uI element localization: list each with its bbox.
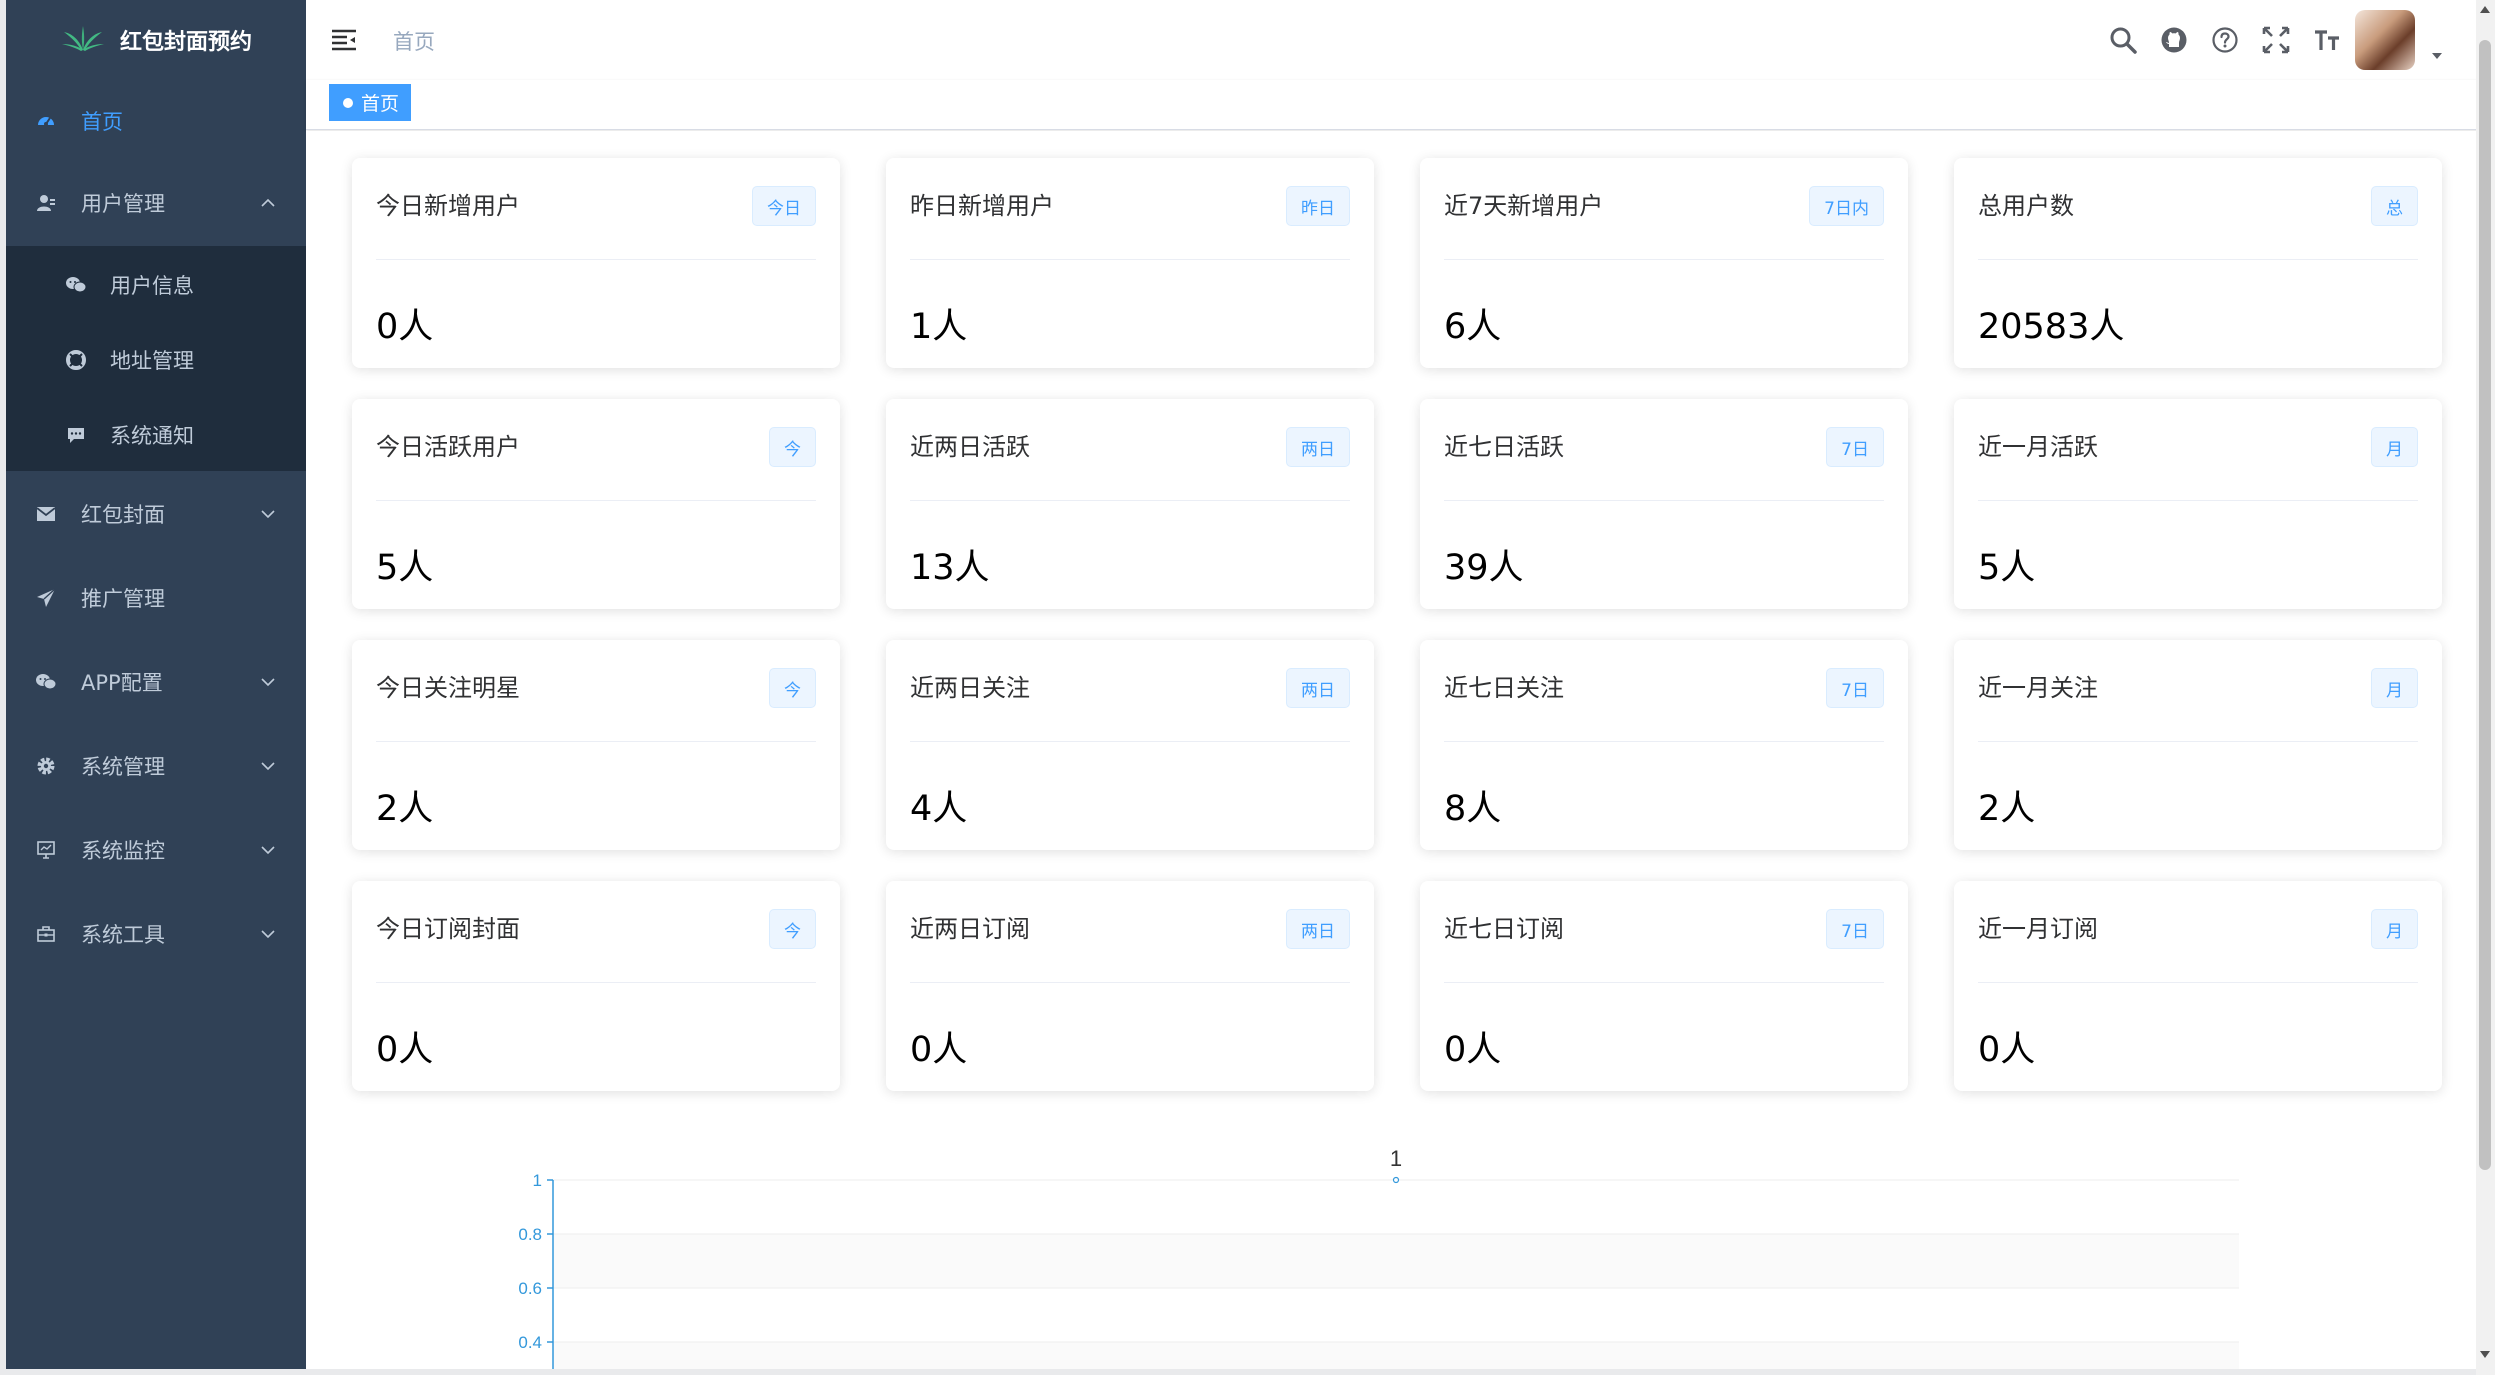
sidebar-item-label: 推广管理	[81, 587, 165, 611]
scroll-down-icon[interactable]	[2480, 1350, 2490, 1360]
chart-y-tick-label: 0.4	[518, 1333, 542, 1352]
sidebar-item-label: 地址管理	[110, 349, 194, 373]
monitor-icon	[34, 838, 58, 862]
scroll-up-icon[interactable]	[2480, 4, 2490, 14]
main-content: 今日新增用户 今日 0人 昨日新增用户 昨日 1人 近7天新增用户 7日内 6人 总用户数总 205…	[306, 131, 2482, 1369]
sidebar-item-system-tools[interactable]: 系统工具	[6, 913, 306, 955]
chart-split-area	[553, 1342, 2239, 1369]
tag-home[interactable]: 首页	[329, 84, 412, 121]
app-window: 红包封面预约 首页 用户管理 用户信息 地址管理 系统通知 红包封面 推广管理 …	[6, 0, 2482, 1369]
sidebar-item-label: 用户管理	[81, 192, 165, 216]
sidebar-item-label: 红包封面	[81, 503, 165, 527]
sidebar-item-label: 系统通知	[110, 424, 194, 448]
sidebar: 红包封面预约 首页 用户管理 用户信息 地址管理 系统通知 红包封面 推广管理 …	[6, 0, 306, 1369]
fullscreen-icon[interactable]	[2256, 20, 2296, 60]
sidebar-item-system-notice[interactable]: 系统通知	[6, 414, 306, 456]
github-icon[interactable]	[2154, 20, 2194, 60]
chart-y-tick-label: 0.8	[518, 1225, 542, 1244]
chevron-down-icon	[260, 842, 276, 858]
sidebar-item-label: 系统管理	[81, 755, 165, 779]
breadcrumb: 首页	[393, 30, 435, 54]
hamburger-icon[interactable]	[330, 26, 358, 54]
sidebar-item-app-config[interactable]: APP配置	[6, 661, 306, 703]
search-icon[interactable]	[2103, 20, 2143, 60]
wechat-icon	[34, 670, 58, 694]
message-icon	[64, 423, 88, 447]
chart-data-label: 1	[1390, 1146, 1402, 1171]
scrollbar-thumb[interactable]	[2479, 40, 2491, 1170]
wechat-icon	[64, 273, 88, 297]
sidebar-item-label: 用户信息	[110, 274, 194, 298]
scrollbar[interactable]	[2476, 0, 2495, 1375]
sidebar-item-label: 系统监控	[81, 839, 165, 863]
sidebar-item-home[interactable]: 首页	[6, 100, 306, 142]
navbar-icon-group	[2103, 20, 2358, 60]
question-icon[interactable]	[2205, 20, 2245, 60]
sidebar-logo[interactable]: 红包封面预约	[6, 0, 306, 80]
stats-chart: 1 0.8 0.6 0.4 1	[518, 1146, 2239, 1369]
toolbox-icon	[34, 922, 58, 946]
gear-icon	[34, 754, 58, 778]
chart-data-point	[1392, 1176, 1400, 1184]
dashboard-icon	[34, 109, 58, 133]
chart-y-tick-label: 1	[533, 1171, 542, 1190]
chevron-down-icon	[260, 506, 276, 522]
avatar[interactable]	[2355, 10, 2415, 70]
caret-down-icon[interactable]	[2431, 50, 2443, 62]
sidebar-item-address-management[interactable]: 地址管理	[6, 339, 306, 381]
tag-label: 首页	[361, 93, 400, 115]
chevron-down-icon	[260, 926, 276, 942]
chevron-down-icon	[260, 758, 276, 774]
sidebar-item-label: 系统工具	[81, 923, 165, 947]
user-icon	[34, 191, 58, 215]
tag-active-dot	[343, 97, 353, 108]
sidebar-item-label: APP配置	[81, 671, 163, 695]
sidebar-item-red-packet-cover[interactable]: 红包封面	[6, 493, 306, 535]
logo-icon	[60, 24, 106, 56]
logo-text: 红包封面预约	[119, 30, 252, 55]
chart-y-tick-label: 0.6	[518, 1279, 542, 1298]
sidebar-item-system-management[interactable]: 系统管理	[6, 745, 306, 787]
navbar: 首页	[306, 0, 2482, 80]
chevron-down-icon	[260, 674, 276, 690]
sidebar-item-system-monitor[interactable]: 系统监控	[6, 829, 306, 871]
lifebuoy-icon	[64, 348, 88, 372]
font-size-icon[interactable]	[2307, 20, 2347, 60]
paper-plane-icon	[34, 586, 58, 610]
tags-view: 首页	[306, 80, 2482, 130]
sidebar-item-promotion[interactable]: 推广管理	[6, 577, 306, 619]
chevron-up-icon	[260, 195, 276, 211]
sidebar-item-user-info[interactable]: 用户信息	[6, 264, 306, 306]
sidebar-item-user-management[interactable]: 用户管理	[6, 182, 306, 224]
envelope-icon	[34, 502, 58, 526]
chart-split-area	[553, 1234, 2239, 1288]
sidebar-item-label: 首页	[81, 110, 123, 134]
